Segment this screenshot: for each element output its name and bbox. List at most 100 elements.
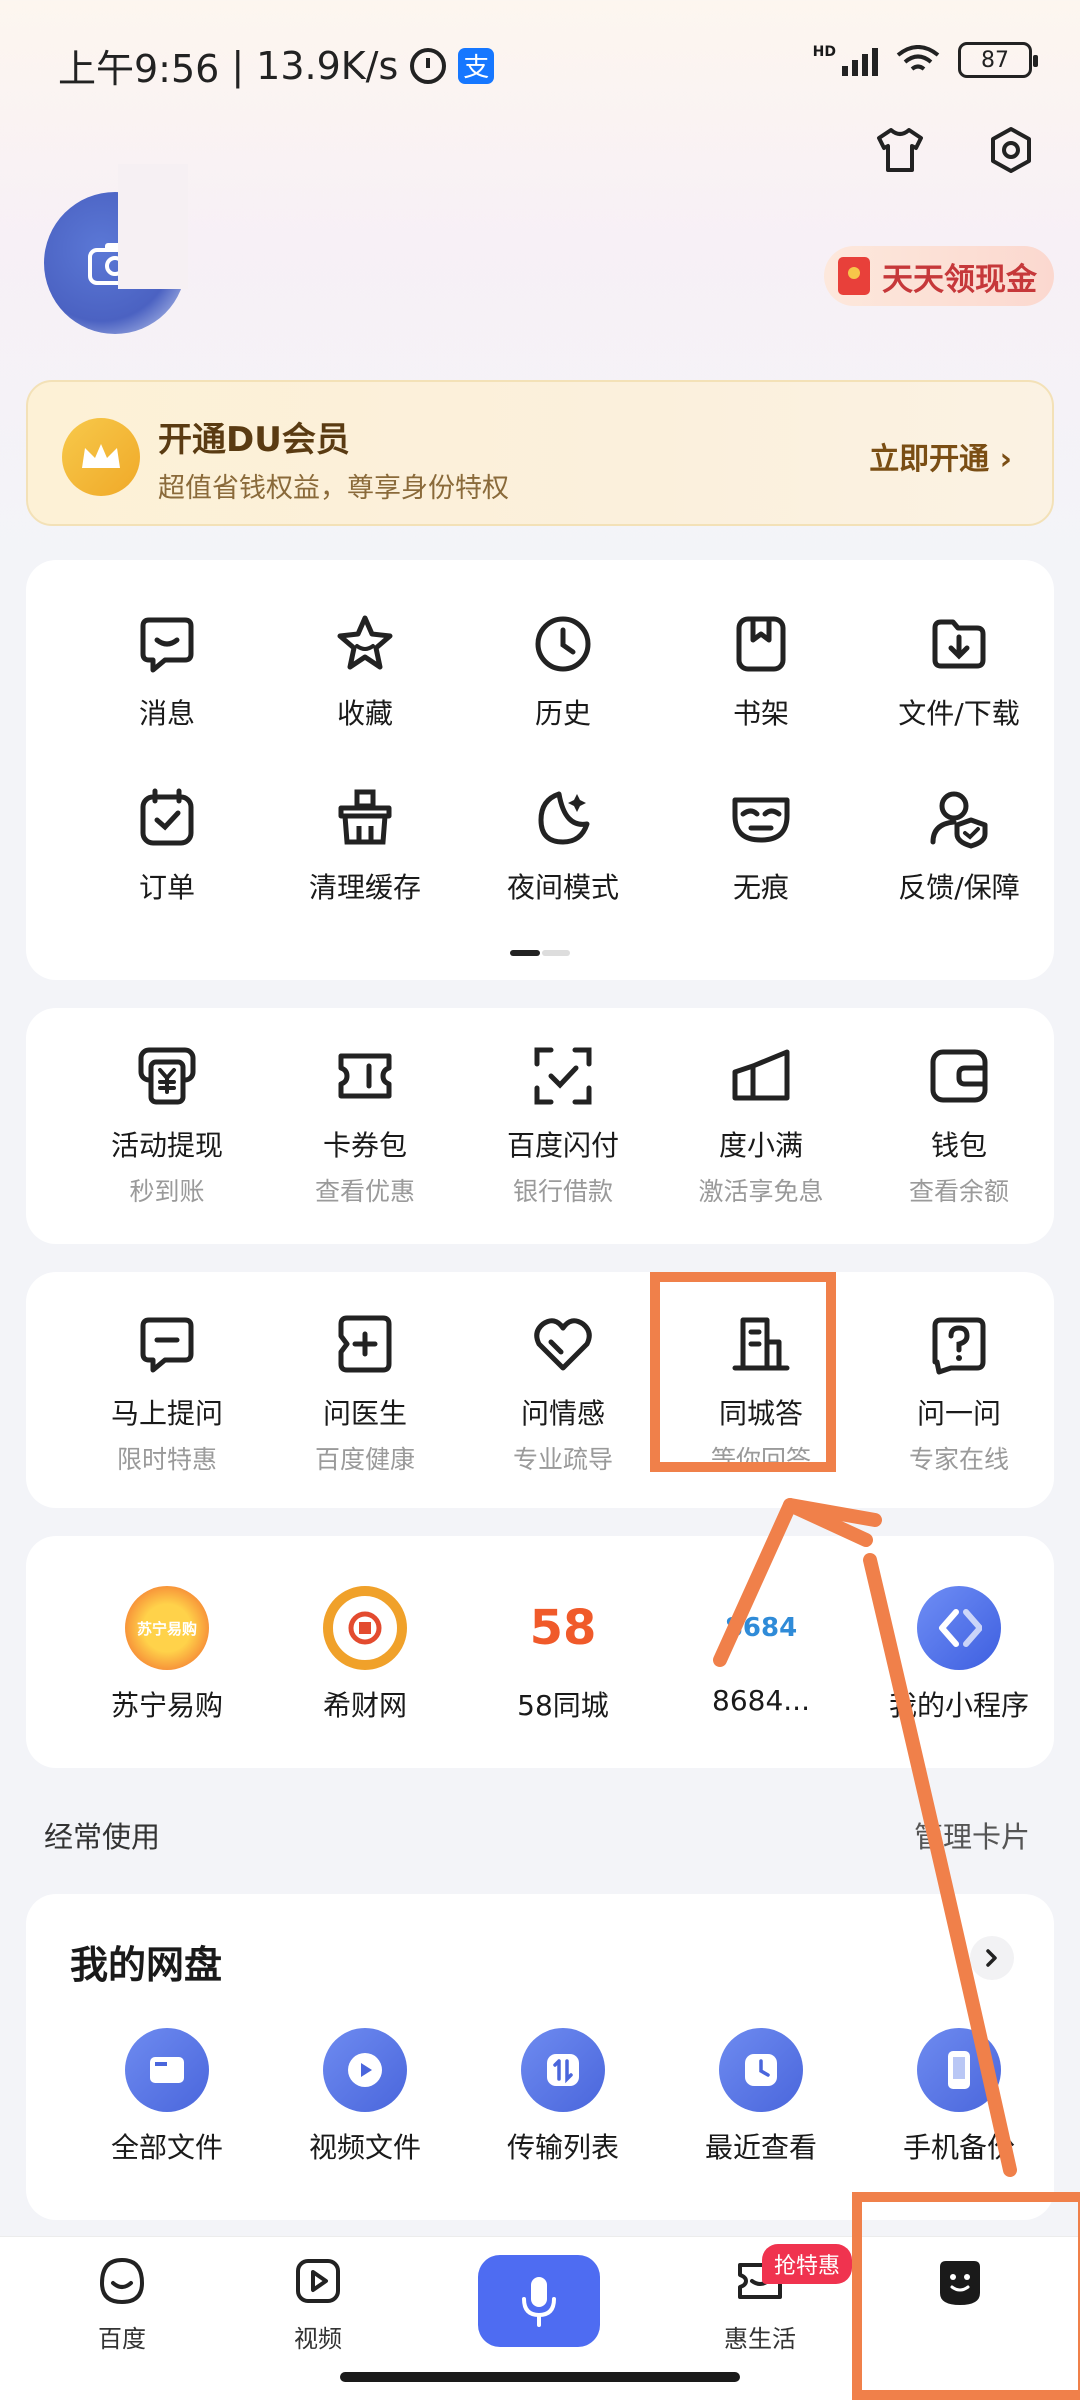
netdisk-title[interactable]: 我的网盘 [70, 1934, 222, 1989]
netdisk-label: 手机备份 [902, 2131, 1015, 2164]
netdisk-label: 视频文件 [308, 2131, 421, 2164]
tool-label: 订单 [138, 871, 195, 904]
wifi-icon [896, 45, 940, 71]
question-icon [925, 1310, 993, 1378]
vip-title: 开通DU会员 [158, 420, 350, 460]
ask-label: 问情感 [520, 1397, 605, 1430]
tool-night-mode[interactable]: 夜间模式 [464, 784, 662, 906]
app-58[interactable]: 58 58同城 [464, 1586, 662, 1724]
home-indicator[interactable] [340, 2372, 740, 2382]
transfer-icon [521, 2028, 605, 2112]
58-logo: 58 [521, 1586, 605, 1670]
heart-icon [529, 1310, 597, 1378]
network-type: HD [812, 44, 836, 60]
finance-duxiaoman[interactable]: 度小满 激活享免息 [662, 1042, 860, 1208]
vip-banner[interactable]: 开通DU会员 超值省钱权益，尊享身份特权 立即开通 › [26, 380, 1054, 526]
ask-icon [133, 1310, 201, 1378]
app-label: 苏宁易购 [110, 1689, 223, 1722]
netdisk-transfer-list[interactable]: 传输列表 [464, 2028, 662, 2166]
tool-clear-cache[interactable]: 清理缓存 [266, 784, 464, 906]
manage-cards-button[interactable]: 管理卡片 [914, 1814, 1030, 1856]
suning-logo: 苏宁易购 [125, 1586, 209, 1670]
app-label: 我的小程序 [888, 1689, 1029, 1722]
app-8684[interactable]: 8684 8684... [662, 1586, 860, 1717]
netdisk-phone-backup[interactable]: 手机备份 [860, 2028, 1058, 2166]
crown-icon [62, 418, 140, 496]
finance-sub: 秒到账 [129, 1177, 205, 1206]
ask-expert[interactable]: 问一问 专家在线 [860, 1310, 1058, 1476]
tool-orders[interactable]: 订单 [68, 784, 266, 906]
8684-logo: 8684 [719, 1586, 803, 1670]
gear-icon[interactable] [983, 122, 1039, 178]
order-icon [133, 784, 201, 852]
doctor-icon [331, 1310, 399, 1378]
clean-icon [331, 784, 399, 852]
status-left: 上午9:56 | 13.9K/s 支 [58, 38, 495, 93]
ask-doctor[interactable]: 问医生 百度健康 [266, 1310, 464, 1476]
finance-coupons[interactable]: 卡券包 查看优惠 [266, 1042, 464, 1208]
vip-open-button[interactable]: 立即开通 › [869, 434, 1012, 478]
finance-label: 卡券包 [322, 1129, 407, 1162]
finance-wallet[interactable]: 钱包 查看余额 [860, 1042, 1058, 1208]
mask-icon [727, 784, 795, 852]
finance-label: 活动提现 [110, 1129, 223, 1162]
tool-history[interactable]: 历史 [464, 610, 662, 732]
netdisk-video-files[interactable]: 视频文件 [266, 2028, 464, 2166]
tool-bookshelf[interactable]: 书架 [662, 610, 860, 732]
tool-favorites[interactable]: 收藏 [266, 610, 464, 732]
tool-message[interactable]: 消息 [68, 610, 266, 732]
duxiaoman-icon [727, 1042, 795, 1110]
app-xicai[interactable]: 希财网 [266, 1586, 464, 1724]
ask-label: 马上提问 [110, 1397, 223, 1430]
message-icon [133, 610, 201, 678]
ask-label: 问医生 [322, 1397, 407, 1430]
feedback-icon [925, 784, 993, 852]
red-envelope-icon [838, 257, 870, 295]
ask-sub: 限时特惠 [116, 1445, 217, 1474]
vip-subtitle: 超值省钱权益，尊享身份特权 [158, 473, 509, 504]
app-my-mini-programs[interactable]: 我的小程序 [860, 1586, 1058, 1724]
nav-baidu[interactable]: 百度 [52, 2255, 192, 2354]
ask-now[interactable]: 马上提问 限时特惠 [68, 1310, 266, 1476]
tool-feedback[interactable]: 反馈/保障 [860, 784, 1058, 906]
status-right: HD 87 [812, 42, 1038, 78]
app-label: 58同城 [517, 1689, 609, 1722]
wallet-icon [925, 1042, 993, 1110]
tool-label: 消息 [138, 697, 195, 730]
ticket-icon [331, 1042, 399, 1110]
finance-flash-pay[interactable]: 百度闪付 银行借款 [464, 1042, 662, 1208]
mic-icon [522, 2277, 556, 2327]
tool-incognito[interactable]: 无痕 [662, 784, 860, 906]
tool-label: 无痕 [732, 871, 789, 904]
annotation-highlight-box [650, 1272, 836, 1472]
battery-level: 87 [981, 47, 1009, 73]
cash-reward-button[interactable]: 天天领现金 [824, 246, 1054, 306]
clock-icon [529, 610, 597, 678]
ask-emotion[interactable]: 问情感 专业疏导 [464, 1310, 662, 1476]
xicai-logo [323, 1586, 407, 1670]
bookmark-icon [727, 610, 795, 678]
finance-label: 钱包 [930, 1129, 987, 1162]
shirt-icon[interactable] [872, 122, 928, 178]
status-time: 上午9:56 [58, 47, 220, 91]
quick-tools-card: 消息 收藏 历史 书架 文件/下载 订单 清理缓存 夜间模式 无痕 反馈/保障 [26, 560, 1054, 980]
finance-sub: 激活享免息 [698, 1177, 824, 1206]
promo-badge: 抢特惠 [762, 2244, 853, 2284]
tool-label: 夜间模式 [506, 871, 619, 904]
netdisk-recent[interactable]: 最近查看 [662, 2028, 860, 2166]
username-placeholder [118, 164, 188, 289]
app-label: 希财网 [322, 1689, 407, 1722]
voice-search-button[interactable] [478, 2255, 600, 2347]
scan-check-icon [529, 1042, 597, 1110]
cash-reward-label: 天天领现金 [882, 261, 1037, 298]
video-icon [296, 2259, 340, 2303]
nav-video[interactable]: 视频 [248, 2255, 388, 2354]
finance-withdraw[interactable]: 活动提现 秒到账 [68, 1042, 266, 1208]
chevron-right-icon[interactable] [970, 1936, 1014, 1980]
app-suning[interactable]: 苏宁易购 苏宁易购 [68, 1586, 266, 1724]
finance-sub: 银行借款 [512, 1177, 613, 1206]
tool-downloads[interactable]: 文件/下载 [860, 610, 1058, 732]
netdisk-all-files[interactable]: 全部文件 [68, 2028, 266, 2166]
download-icon [925, 610, 993, 678]
ask-label: 问一问 [916, 1397, 1001, 1430]
